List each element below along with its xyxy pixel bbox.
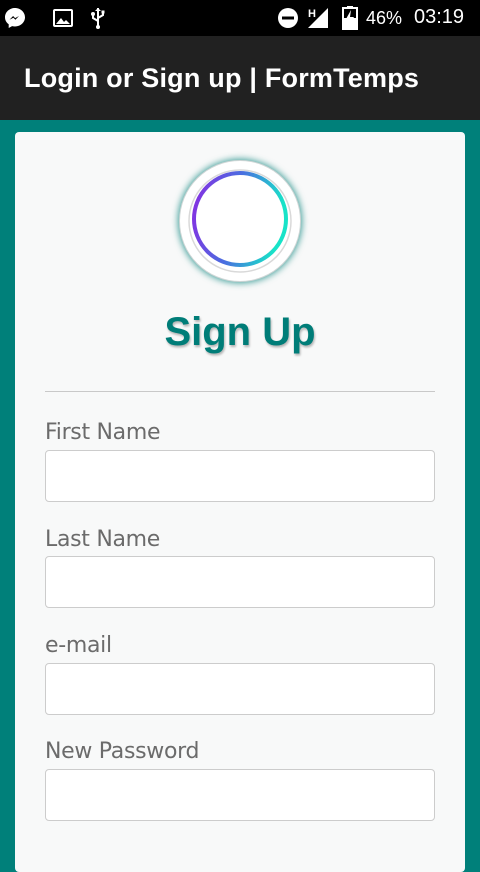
divider	[45, 391, 435, 392]
do-not-disturb-icon	[276, 6, 300, 30]
image-icon	[51, 6, 75, 30]
email-field[interactable]	[45, 663, 435, 715]
battery-percent: 46%	[366, 8, 403, 28]
signal-icon	[306, 6, 330, 30]
avatar	[180, 161, 300, 281]
messenger-icon	[3, 6, 27, 30]
signup-card: Sign Up First Name Last Name e-mail New …	[15, 132, 465, 872]
last-name-field[interactable]	[45, 556, 435, 608]
new-password-label: New Password	[45, 739, 200, 764]
battery-icon	[338, 6, 362, 30]
first-name-label: First Name	[45, 420, 161, 445]
email-label: e-mail	[45, 633, 112, 658]
usb-icon	[86, 6, 110, 30]
avatar-ring-icon	[188, 169, 292, 273]
status-bar: H 46% 03:19	[0, 0, 480, 36]
app-title: Login or Sign up | FormTemps	[24, 62, 420, 93]
new-password-field[interactable]	[45, 769, 435, 821]
app-bar: Login or Sign up | FormTemps	[0, 36, 480, 120]
first-name-field[interactable]	[45, 450, 435, 502]
page-title: Sign Up	[164, 310, 316, 354]
clock-time: 03:19	[414, 6, 465, 28]
last-name-label: Last Name	[45, 527, 161, 552]
